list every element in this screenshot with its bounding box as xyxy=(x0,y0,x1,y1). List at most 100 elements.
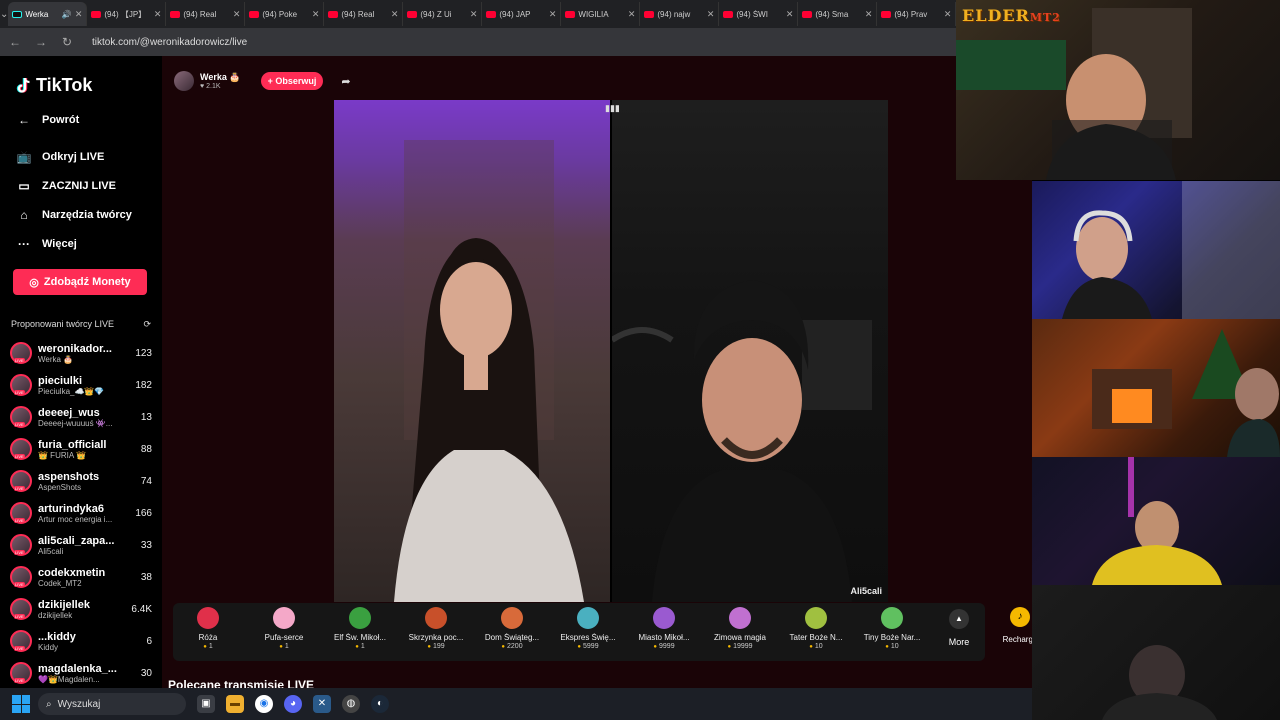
creator-name: arturindyka6 xyxy=(38,502,105,515)
gift-price: 1 xyxy=(248,643,320,650)
discord-icon[interactable]: ◕ xyxy=(284,695,302,713)
close-icon[interactable]: ✕ xyxy=(312,9,320,20)
creator-avatar xyxy=(10,662,32,684)
windows-start-icon[interactable] xyxy=(12,695,30,713)
browser-tab[interactable]: (94) Real ✕ xyxy=(324,2,404,26)
close-icon[interactable]: ✕ xyxy=(549,9,557,20)
tiktok-logo[interactable]: TikTok xyxy=(16,75,92,96)
suggested-creator[interactable]: dzikijellekdzikijellek 6.4K xyxy=(10,594,152,624)
get-coins-button[interactable]: ◎ Zdobądź Monety xyxy=(13,269,147,295)
gift-icon xyxy=(349,607,371,629)
browser-tab[interactable]: Werka 🔊 ✕ xyxy=(8,2,88,26)
gift-item[interactable]: Pufa-serce1 xyxy=(248,607,320,650)
gift-item[interactable]: Skrzynka poc...199 xyxy=(400,607,472,650)
screen: ⌄ Werka 🔊 ✕ (94) 【JP】 ✕ (94) Real ✕ (94) Poke ✕(… xyxy=(0,0,1280,720)
back-label: Powrót xyxy=(42,114,80,126)
app-icon[interactable]: ✕ xyxy=(313,695,331,713)
nav-creator-tools[interactable]: ⌂ Narzędzia twórcy xyxy=(16,208,132,222)
gift-icon xyxy=(805,607,827,629)
close-icon[interactable]: ✕ xyxy=(391,9,399,20)
gift-item[interactable]: Miasto Mikoł...9999 xyxy=(628,607,700,650)
browser-tab[interactable]: (94) ŚWI ✕ xyxy=(719,2,799,26)
browser-tab[interactable]: (94) 【JP】 ✕ xyxy=(87,2,167,26)
creator-avatar xyxy=(10,534,32,556)
chrome-icon[interactable]: ◉ xyxy=(255,695,273,713)
browser-tab[interactable]: (94) Sma ✕ xyxy=(798,2,878,26)
nav-more[interactable]: ··· Więcej xyxy=(16,237,77,251)
suggested-creator[interactable]: codekxmetinCodek_MT2 38 xyxy=(10,562,152,592)
refresh-icon[interactable]: ⟳ xyxy=(143,319,151,330)
browser-tab[interactable]: (94) Real ✕ xyxy=(166,2,246,26)
creator-subtitle: Deeeej-wuuuuś 👾... xyxy=(38,418,113,428)
live-video[interactable]: Ali5cali ▮▮▮ xyxy=(334,100,888,602)
close-icon[interactable]: ✕ xyxy=(233,9,241,20)
tab-title: (94) ŚWI xyxy=(736,9,768,19)
steam-icon[interactable]: ◐ xyxy=(371,695,389,713)
gift-price: 1 xyxy=(324,643,396,650)
forward-arrow-icon[interactable]: → xyxy=(34,35,48,49)
gift-price: 9999 xyxy=(628,643,700,650)
task-view-icon[interactable]: ▣ xyxy=(197,695,215,713)
youtube-icon xyxy=(328,10,339,18)
url-field[interactable]: tiktok.com/@weronikadorowicz/live xyxy=(92,37,247,48)
gift-price: 5999 xyxy=(552,643,624,650)
tab-search-icon[interactable]: ⌄ xyxy=(0,0,8,28)
browser-tab[interactable]: WIGILIA ✕ xyxy=(561,2,641,26)
creator-avatar xyxy=(10,566,32,588)
suggested-creator[interactable]: furia_officiall👑 FURIA 👑 88 xyxy=(10,434,152,464)
gift-price: 199 xyxy=(400,643,472,650)
browser-tab[interactable]: (94) JAP ✕ xyxy=(482,2,562,26)
viewer-count: 6 xyxy=(146,635,152,647)
browser-tab[interactable]: (94) Poke ✕ xyxy=(245,2,325,26)
suggested-creator[interactable]: arturindyka6Artur moc energia i... 166 xyxy=(10,498,152,528)
gift-item[interactable]: Dom Świąteg...2200 xyxy=(476,607,548,650)
file-explorer-icon[interactable]: ▬ xyxy=(226,695,244,713)
browser-tab[interactable]: (94) Prav ✕ xyxy=(877,2,957,26)
more-gifts-button[interactable]: ▲ More xyxy=(941,609,977,647)
suggested-creator[interactable]: deeeej_wusDeeeej-wuuuuś 👾... 13 xyxy=(10,402,152,432)
creator-subtitle: Codek_MT2 xyxy=(38,578,82,588)
gift-item[interactable]: Ekspres Świę...5999 xyxy=(552,607,624,650)
gift-name: Róża xyxy=(198,633,218,642)
nav-discover-live[interactable]: 📺 Odkryj LIVE xyxy=(16,150,105,164)
follow-button[interactable]: + Obserwuj xyxy=(260,72,324,90)
gift-item[interactable]: Róża1 xyxy=(172,607,244,650)
close-icon[interactable]: ✕ xyxy=(707,9,715,20)
suggested-creator[interactable]: ...kiddyKiddy 6 xyxy=(10,626,152,656)
gift-item[interactable]: Zimowa magia19999 xyxy=(704,607,776,650)
host-camera-feed xyxy=(334,100,610,602)
browser-tab-bar: ⌄ Werka 🔊 ✕ (94) 【JP】 ✕ (94) Real ✕ (94) Poke ✕(… xyxy=(0,0,957,28)
suggested-creator[interactable]: ali5cali_zapa...Ali5cali 33 xyxy=(10,530,152,560)
browser-tab[interactable]: (94) Z Ui ✕ xyxy=(403,2,483,26)
gift-name: Elf Św. Mikoł... xyxy=(333,633,386,642)
close-icon[interactable]: ✕ xyxy=(944,9,952,20)
gift-item[interactable]: Tiny Boże Nar...10 xyxy=(856,607,928,650)
host-avatar[interactable] xyxy=(174,71,194,91)
browser-tab[interactable]: (94) najw ✕ xyxy=(640,2,720,26)
nav-start-live[interactable]: ▭ ZACZNIJ LIVE xyxy=(16,179,116,193)
suggested-creator[interactable]: aspenshotsAspenShots 74 xyxy=(10,466,152,496)
gift-item[interactable]: Elf Św. Mikoł...1 xyxy=(324,607,396,650)
taskbar-search[interactable]: ⌕ Wyszukaj xyxy=(38,693,186,715)
close-icon[interactable]: ✕ xyxy=(154,9,162,20)
suggested-creator[interactable]: magdalenka_...💜👑Magdalen... 30 xyxy=(10,658,152,688)
obs-icon[interactable]: ◍ xyxy=(342,695,360,713)
host-name[interactable]: Werka 🎂 xyxy=(200,72,241,83)
close-icon[interactable]: ✕ xyxy=(628,9,636,20)
gift-icon xyxy=(501,607,523,629)
share-icon[interactable]: ➦ xyxy=(341,75,350,88)
back-link[interactable]: ← Powrót xyxy=(16,113,79,127)
close-icon[interactable]: ✕ xyxy=(786,9,794,20)
close-icon[interactable]: ✕ xyxy=(470,9,478,20)
gift-item[interactable]: Tater Boże N...10 xyxy=(780,607,852,650)
close-icon[interactable]: ✕ xyxy=(865,9,873,20)
creator-subtitle: 👑 FURIA 👑 xyxy=(38,450,86,460)
suggested-creator[interactable]: weronikador...Werka 🎂 123 xyxy=(10,338,152,368)
viewer-count: 74 xyxy=(140,475,152,487)
suggested-creator[interactable]: pieciulkiPieciulka_☁️👑💎 182 xyxy=(10,370,152,400)
back-arrow-icon[interactable]: ← xyxy=(8,35,22,49)
creator-subtitle: Werka 🎂 xyxy=(38,354,74,364)
close-icon[interactable]: ✕ xyxy=(75,9,83,20)
reload-icon[interactable]: ↻ xyxy=(60,35,74,49)
suggested-creators-header: Proponowani twórcy LIVE ⟳ xyxy=(11,319,151,330)
